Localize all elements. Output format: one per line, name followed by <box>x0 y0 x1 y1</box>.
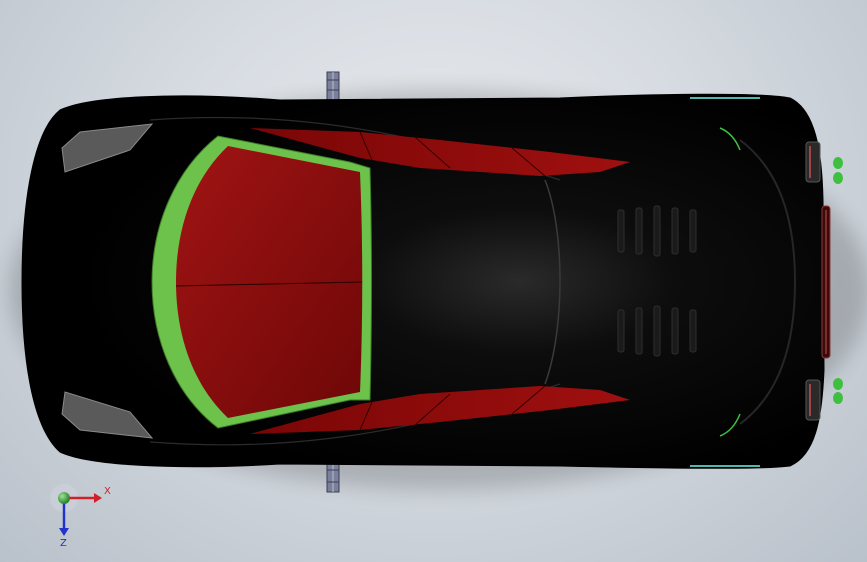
graphics-viewport[interactable]: X Z <box>0 0 867 562</box>
x-axis-label: X <box>104 486 111 497</box>
coordinate-triad[interactable]: X Z <box>48 480 118 550</box>
z-axis-label: Z <box>60 538 67 549</box>
y-axis-ball <box>58 492 70 504</box>
windshield-glass <box>176 146 363 418</box>
rear-exhaust-top <box>805 141 843 184</box>
rear-exhaust-bottom <box>805 378 843 421</box>
car-model-top-view[interactable] <box>0 0 867 562</box>
